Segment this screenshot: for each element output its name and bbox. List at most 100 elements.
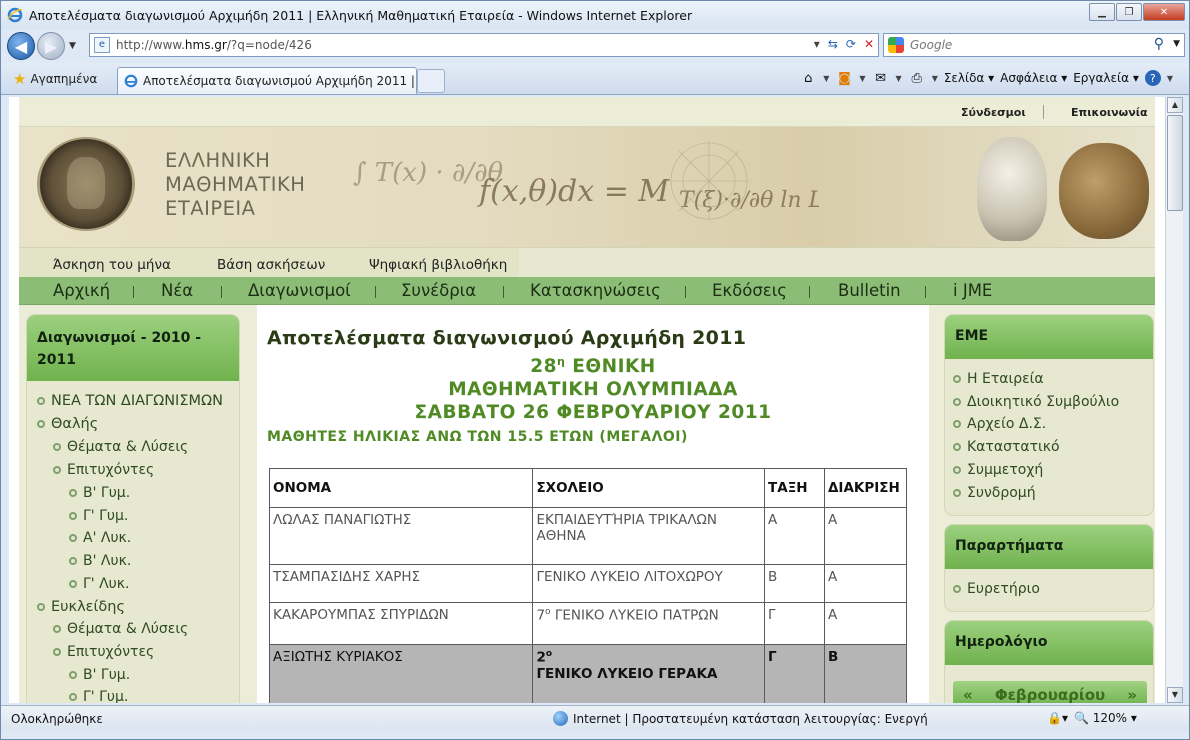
nav-conferences[interactable]: Συνέδρια xyxy=(401,281,476,300)
home-dropdown-icon[interactable]: ▼ xyxy=(823,74,829,83)
print-icon[interactable]: ⎙ xyxy=(908,70,926,86)
mail-icon[interactable]: ✉ xyxy=(872,70,890,86)
sidebar-item[interactable]: Η Εταιρεία xyxy=(953,371,1044,387)
bullet-icon xyxy=(69,580,77,588)
bullet-icon xyxy=(69,693,77,701)
distinction: Β xyxy=(823,644,908,703)
tools-menu[interactable]: Εργαλεία ▾ xyxy=(1073,71,1139,85)
contact-link[interactable]: Επικοινωνία xyxy=(1071,106,1148,119)
history-dropdown-icon[interactable]: ▼ xyxy=(69,41,76,51)
svg-text:f(x,θ)dx = M: f(x,θ)dx = M xyxy=(477,174,670,209)
address-url[interactable]: http://www.hms.gr/?q=node/426 xyxy=(116,38,312,52)
search-box[interactable]: Google ⚲ ▼ xyxy=(883,33,1185,57)
nav-competitions[interactable]: Διαγωνισμοί xyxy=(248,281,351,300)
sidebar-item[interactable]: Θέματα & Λύσεις xyxy=(53,621,188,637)
protected-mode-icon[interactable]: 🔒▾ xyxy=(1047,711,1068,725)
bullet-icon xyxy=(69,534,77,542)
sidebar-item[interactable]: Αρχείο Δ.Σ. xyxy=(953,416,1046,432)
scroll-down-icon[interactable]: ▼ xyxy=(1167,687,1183,703)
forward-button[interactable]: ▶ xyxy=(37,32,65,60)
nav-separator xyxy=(685,286,686,298)
home-icon[interactable]: ⌂ xyxy=(799,70,817,86)
subnav-problem-of-month[interactable]: Άσκηση του μήνα xyxy=(53,257,171,273)
subnav-problem-base[interactable]: Βάση ασκήσεων xyxy=(217,257,325,273)
class: Γ xyxy=(764,602,825,645)
nav-publications[interactable]: Εκδόσεις xyxy=(712,281,787,300)
security-zone[interactable]: Internet | Προστατευμένη κατάσταση λειτο… xyxy=(553,711,928,726)
left-sidebar: Διαγωνισμοί - 2010 - 2011 ΝΕΑ ΤΩΝ ΔΙΑΓΩΝ… xyxy=(27,315,239,703)
address-dropdown-icon[interactable]: ▾ xyxy=(814,37,820,51)
print-dropdown-icon[interactable]: ▼ xyxy=(932,74,938,83)
search-input[interactable]: Google xyxy=(910,38,952,52)
society-name[interactable]: ΕΛΛΗΝΙΚΗ ΜΑΘΗΜΑΤΙΚΗ ΕΤΑΙΡΕΙΑ xyxy=(165,149,305,221)
scroll-up-icon[interactable]: ▲ xyxy=(1167,97,1183,113)
links-link[interactable]: Σύνδεσμοι xyxy=(961,106,1026,119)
minimize-button[interactable]: ▁ xyxy=(1089,3,1115,21)
close-button[interactable]: ✕ xyxy=(1143,3,1185,21)
google-icon xyxy=(888,37,904,53)
zone-text: Internet | Προστατευμένη κατάσταση λειτο… xyxy=(573,711,928,726)
sidebar-item[interactable]: Β' Γυμ. xyxy=(69,667,130,683)
nav-bulletin[interactable]: Bulletin xyxy=(838,281,901,300)
nav-separator xyxy=(809,286,810,298)
tab-row: ★ Αγαπημένα Αποτελέσματα διαγωνισμού Αρχ… xyxy=(1,63,1189,95)
sidebar-item[interactable]: Α' Λυκ. xyxy=(69,530,131,546)
society-seal-logo[interactable] xyxy=(39,139,133,229)
stop-icon[interactable]: ✕ xyxy=(864,37,874,51)
bullet-icon xyxy=(69,671,77,679)
nav-separator xyxy=(925,286,926,298)
left-sidebar-title: Διαγωνισμοί - 2010 - 2011 xyxy=(27,315,239,381)
maximize-button[interactable]: ❐ xyxy=(1116,3,1142,21)
sidebar-item[interactable]: Θέματα & Λύσεις xyxy=(53,439,188,455)
calendar-next-button[interactable]: » xyxy=(1127,686,1137,703)
calendar-prev-button[interactable]: « xyxy=(963,686,973,703)
sidebar-item[interactable]: Διοικητικό Συμβούλιο xyxy=(953,394,1119,410)
column-header: ΔΙΑΚΡΙΣΗ xyxy=(823,468,908,508)
safety-menu[interactable]: Ασφάλεια ▾ xyxy=(1000,71,1067,85)
new-tab-button[interactable] xyxy=(417,69,445,93)
sidebar-item[interactable]: Γ' Λυκ. xyxy=(69,576,129,592)
table-row: ΚΑΚΑΡΟΥΜΠΑΣ ΣΠΥΡΙΔΩΝ 7ο ΓΕΝΙΚΟ ΛΥΚΕΙΟ ΠΑ… xyxy=(268,602,908,645)
favorites-button[interactable]: ★ Αγαπημένα xyxy=(13,70,97,88)
sidebar-item[interactable]: Γ' Γυμ. xyxy=(69,689,128,703)
address-bar[interactable]: e http://www.hms.gr/?q=node/426 ▾ ⇆ ⟳ ✕ xyxy=(89,33,879,57)
sidebar-item[interactable]: Επιτυχόντες xyxy=(53,462,154,478)
sidebar-item[interactable]: Θαλής xyxy=(37,416,98,432)
column-header: ΟΝΟΜΑ xyxy=(268,468,534,508)
sidebar-item[interactable]: Ευκλείδης xyxy=(37,599,125,615)
zoom-control[interactable]: 🔍 120% ▾ xyxy=(1074,711,1137,725)
school-name: 7ο ΓΕΝΙΚΟ ΛΥΚΕΙΟ ΠΑΤΡΩΝ xyxy=(532,602,766,645)
topnav-separator xyxy=(1043,105,1044,119)
search-dropdown-icon[interactable]: ▼ xyxy=(1173,39,1180,49)
help-dropdown-icon[interactable]: ▼ xyxy=(1167,74,1173,83)
sidebar-item[interactable]: Συνδρομή xyxy=(953,485,1036,501)
page-menu[interactable]: Σελίδα ▾ xyxy=(944,71,994,85)
feeds-dropdown-icon[interactable]: ▼ xyxy=(859,74,865,83)
sidebar-item[interactable]: Καταστατικό xyxy=(953,439,1060,455)
bullet-icon xyxy=(953,398,961,406)
sidebar-item[interactable]: ΝΕΑ ΤΩΝ ΔΙΑΓΩΝΙΣΜΩΝ xyxy=(37,393,223,409)
feeds-icon[interactable]: ◙ xyxy=(835,70,853,86)
sidebar-item[interactable]: Β' Γυμ. xyxy=(69,485,130,501)
nav-ijme[interactable]: i JME xyxy=(953,281,992,300)
refresh-icon[interactable]: ⟳ xyxy=(846,37,856,51)
branches-box: Παραρτήματα Ευρετήριο xyxy=(945,525,1153,611)
vertical-scrollbar[interactable]: ▲ ▼ xyxy=(1165,97,1183,703)
nav-home[interactable]: Αρχική xyxy=(53,281,110,300)
eme-box: ΕΜΕ Η Εταιρεία Διοικητικό Συμβούλιο Αρχε… xyxy=(945,315,1153,515)
mail-dropdown-icon[interactable]: ▼ xyxy=(896,74,902,83)
nav-news[interactable]: Νέα xyxy=(161,281,193,300)
sidebar-item[interactable]: Ευρετήριο xyxy=(953,581,1040,597)
subnav-digital-library[interactable]: Ψηφιακή βιβλιοθήκη xyxy=(369,257,507,273)
nav-camps[interactable]: Κατασκηνώσεις xyxy=(530,281,661,300)
sidebar-item[interactable]: Συμμετοχή xyxy=(953,462,1043,478)
help-icon[interactable]: ? xyxy=(1144,70,1161,86)
active-tab[interactable]: Αποτελέσματα διαγωνισμού Αρχιμήδη 2011 |… xyxy=(117,67,417,94)
sidebar-item[interactable]: Επιτυχόντες xyxy=(53,644,154,660)
scrollbar-thumb[interactable] xyxy=(1167,115,1183,211)
sidebar-item[interactable]: Γ' Γυμ. xyxy=(69,508,128,524)
sidebar-item[interactable]: Β' Λυκ. xyxy=(69,553,131,569)
compat-view-icon[interactable]: ⇆ xyxy=(828,37,838,51)
search-icon[interactable]: ⚲ xyxy=(1154,36,1164,52)
back-button[interactable]: ◀ xyxy=(7,32,35,60)
